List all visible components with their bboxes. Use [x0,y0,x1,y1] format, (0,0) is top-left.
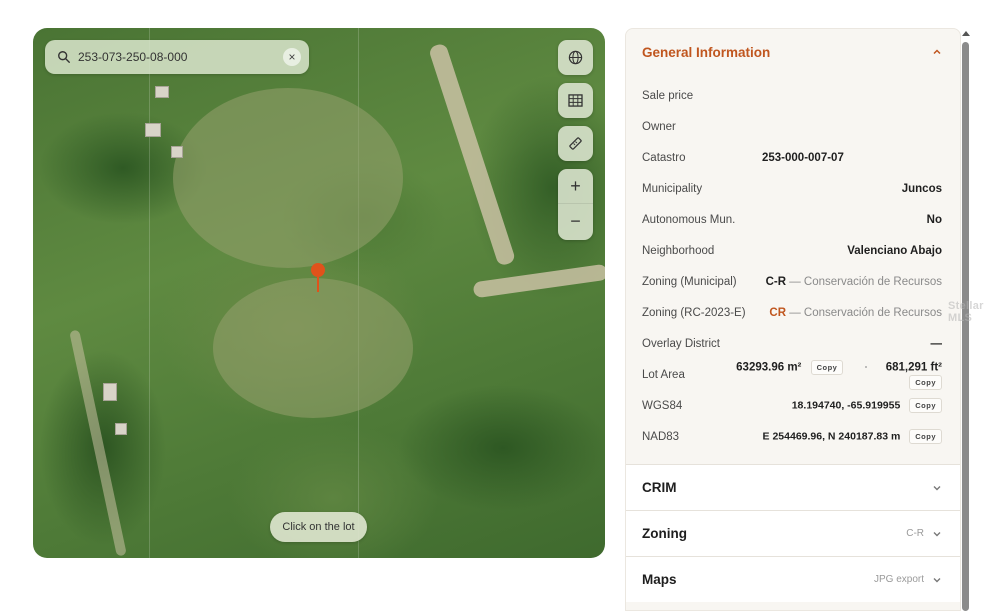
map-building [145,123,161,137]
row-zoning-rc: Zoning (RC-2023-E) CR — Conservación de … [642,306,942,319]
row-wgs84: WGS84 18.194740, -65.919955 Copy [626,390,960,421]
map-road [472,263,605,299]
autonomous-value: No [926,213,942,226]
row-municipality: Municipality Juncos [642,182,942,195]
parcel-grid-button[interactable] [558,83,593,118]
property-panel: General Information Sale price Owner Cat… [625,28,961,611]
zoom-controls: + − [558,169,593,240]
scrollbar-thumb[interactable] [962,42,969,611]
measure-button[interactable] [558,126,593,161]
map-road [69,329,127,557]
zoning-rc-value: CR — Conservación de Recursos [762,307,942,319]
row-zoning-municipal: Zoning (Municipal) C-R — Conservación de… [642,275,942,288]
row-nad83: NAD83 E 254469.96, N 240187.83 m Copy [626,421,960,452]
map-clearing [173,88,403,268]
municipality-value: Juncos [901,182,942,195]
close-icon: × [288,50,296,64]
zoom-in-button[interactable]: + [558,169,593,204]
map-search-bar[interactable]: 253-073-250-08-000 × [45,40,309,74]
search-icon [58,51,70,63]
maps-meta: JPG export [873,574,924,585]
section-zoning[interactable]: Zoning C-R [626,510,960,556]
lot-marker[interactable] [311,263,325,293]
plus-icon: + [570,175,581,196]
satellite-map[interactable]: 253-073-250-08-000 × + − Click on the lo… [33,28,605,558]
zoning-meta: C-R [906,528,924,539]
row-overlay: Overlay District — [642,337,943,350]
row-autonomous: Autonomous Mun. No [642,213,942,226]
map-building [103,383,117,401]
nad83-value: E 254469.96, N 240187.83 m Copy [732,429,942,444]
zoning-municipal-desc: — Conservación de Recursos [789,275,942,288]
row-catastro: Catastro 253-000-007-07 [626,142,960,173]
copy-nad83-button[interactable]: Copy [909,429,942,444]
minus-icon: − [570,211,581,231]
chevron-down-icon [933,577,941,582]
copy-ft2-button[interactable]: Copy [909,374,942,390]
overlay-value: — [930,337,943,350]
search-input[interactable]: 253-073-250-08-000 [78,50,283,64]
row-sale-price: Sale price [642,89,694,102]
globe-icon [568,50,583,65]
zoning-rc-code: CR [769,306,787,319]
map-clearing [213,278,413,418]
scroll-up-arrow-icon[interactable] [962,31,970,36]
map-hint: Click on the lot [270,512,367,542]
map-building [171,146,183,158]
general-info-title: General Information [642,44,771,60]
row-neighborhood: Neighborhood Valenciano Abajo [642,244,942,257]
grid-icon [568,94,583,107]
zoom-out-button[interactable]: − [558,204,593,239]
section-crim[interactable]: CRIM [626,464,960,510]
map-road [428,42,517,267]
general-info-header[interactable]: General Information [626,29,960,75]
map-building [155,86,169,98]
general-info-rows: Sale price Owner Catastro 253-000-007-07… [626,75,960,452]
section-maps[interactable]: Maps JPG export [626,556,960,602]
map-building [115,423,127,435]
wgs84-value: 18.194740, -65.919955 Copy [762,398,942,413]
chevron-down-icon [933,485,941,490]
neighborhood-value: Valenciano Abajo [847,244,942,257]
lot-area-ft2: 681,291 ft² [885,361,942,374]
copy-m2-button[interactable]: Copy [810,359,844,375]
lot-area-m2: 63293.96 m² [736,361,802,374]
zoning-municipal-code: C-R [765,275,787,288]
chevron-down-icon [933,531,941,536]
lot-area-value: 63293.96 m² Copy 681,291 ft² Copy [718,359,942,390]
zoning-rc-desc: — Conservación de Recursos [789,306,942,319]
row-owner: Owner [642,120,676,133]
catastro-value: 253-000-007-07 [762,151,844,164]
row-lot-area: Lot Area 63293.96 m² Copy 681,291 ft² Co… [626,359,960,390]
map-grid-line [149,28,150,558]
watermark: Stellar MLS [948,300,984,324]
globe-button[interactable] [558,40,593,75]
chevron-up-icon [933,49,941,55]
clear-search-button[interactable]: × [283,48,301,66]
copy-wgs84-button[interactable]: Copy [909,398,942,413]
zoning-municipal-value: C-R — Conservación de Recursos [762,276,942,288]
ruler-icon [569,137,582,150]
marker-pin-icon [311,263,325,277]
